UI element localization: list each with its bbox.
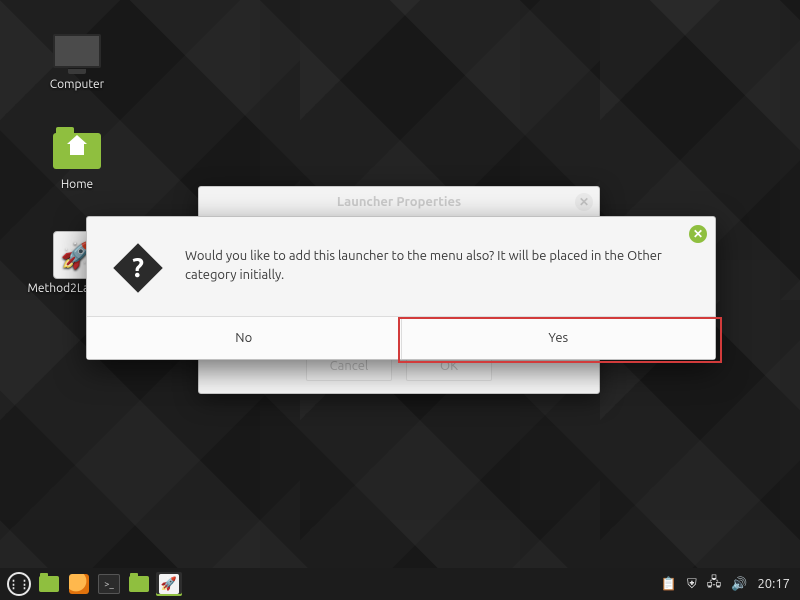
svg-text:?: ? xyxy=(132,253,144,283)
close-icon[interactable]: ✕ xyxy=(689,225,707,243)
confirm-message: Would you like to add this launcher to t… xyxy=(185,241,691,285)
tray-volume-icon[interactable]: 🔊 xyxy=(731,577,747,592)
desktop-icon-label: Home xyxy=(34,178,120,191)
desktop-icon-label: Computer xyxy=(34,78,120,91)
yes-button[interactable]: Yes xyxy=(402,317,716,359)
terminal-icon: >_ xyxy=(98,574,120,594)
no-button[interactable]: No xyxy=(87,317,402,359)
tray-network-icon[interactable]: 🖧 xyxy=(707,573,722,595)
folder-icon xyxy=(39,576,59,592)
taskbar-files[interactable] xyxy=(36,572,62,596)
menu-button[interactable]: ⋮⋮ xyxy=(6,572,32,596)
taskbar-files-open[interactable] xyxy=(126,572,152,596)
taskbar-terminal[interactable]: >_ xyxy=(96,572,122,596)
rocket-icon: 🚀 xyxy=(159,574,179,594)
question-icon: ? xyxy=(111,241,165,295)
taskbar-clock[interactable]: 20:17 xyxy=(757,577,790,591)
tray-clipboard-icon[interactable]: 📋 xyxy=(661,577,677,592)
desktop-icon-home[interactable]: Home xyxy=(34,128,120,191)
mint-logo-icon: ⋮⋮ xyxy=(7,572,31,596)
taskbar-firefox[interactable] xyxy=(66,572,92,596)
firefox-icon xyxy=(69,574,89,594)
confirm-dialog: ✕ ? Would you like to add this launcher … xyxy=(86,216,716,360)
taskbar[interactable]: ⋮⋮ >_ 🚀 📋 ⛨ 🖧 🔊 20:17 xyxy=(0,568,800,600)
tray-shield-icon[interactable]: ⛨ xyxy=(687,577,697,592)
folder-icon xyxy=(129,576,149,592)
folder-home-icon xyxy=(49,128,105,174)
desktop: Computer Home 🚀 Method2Launcher Launcher… xyxy=(0,0,800,600)
desktop-icon-computer[interactable]: Computer xyxy=(34,28,120,91)
taskbar-launcher-app[interactable]: 🚀 xyxy=(156,572,182,596)
monitor-icon xyxy=(49,28,105,74)
